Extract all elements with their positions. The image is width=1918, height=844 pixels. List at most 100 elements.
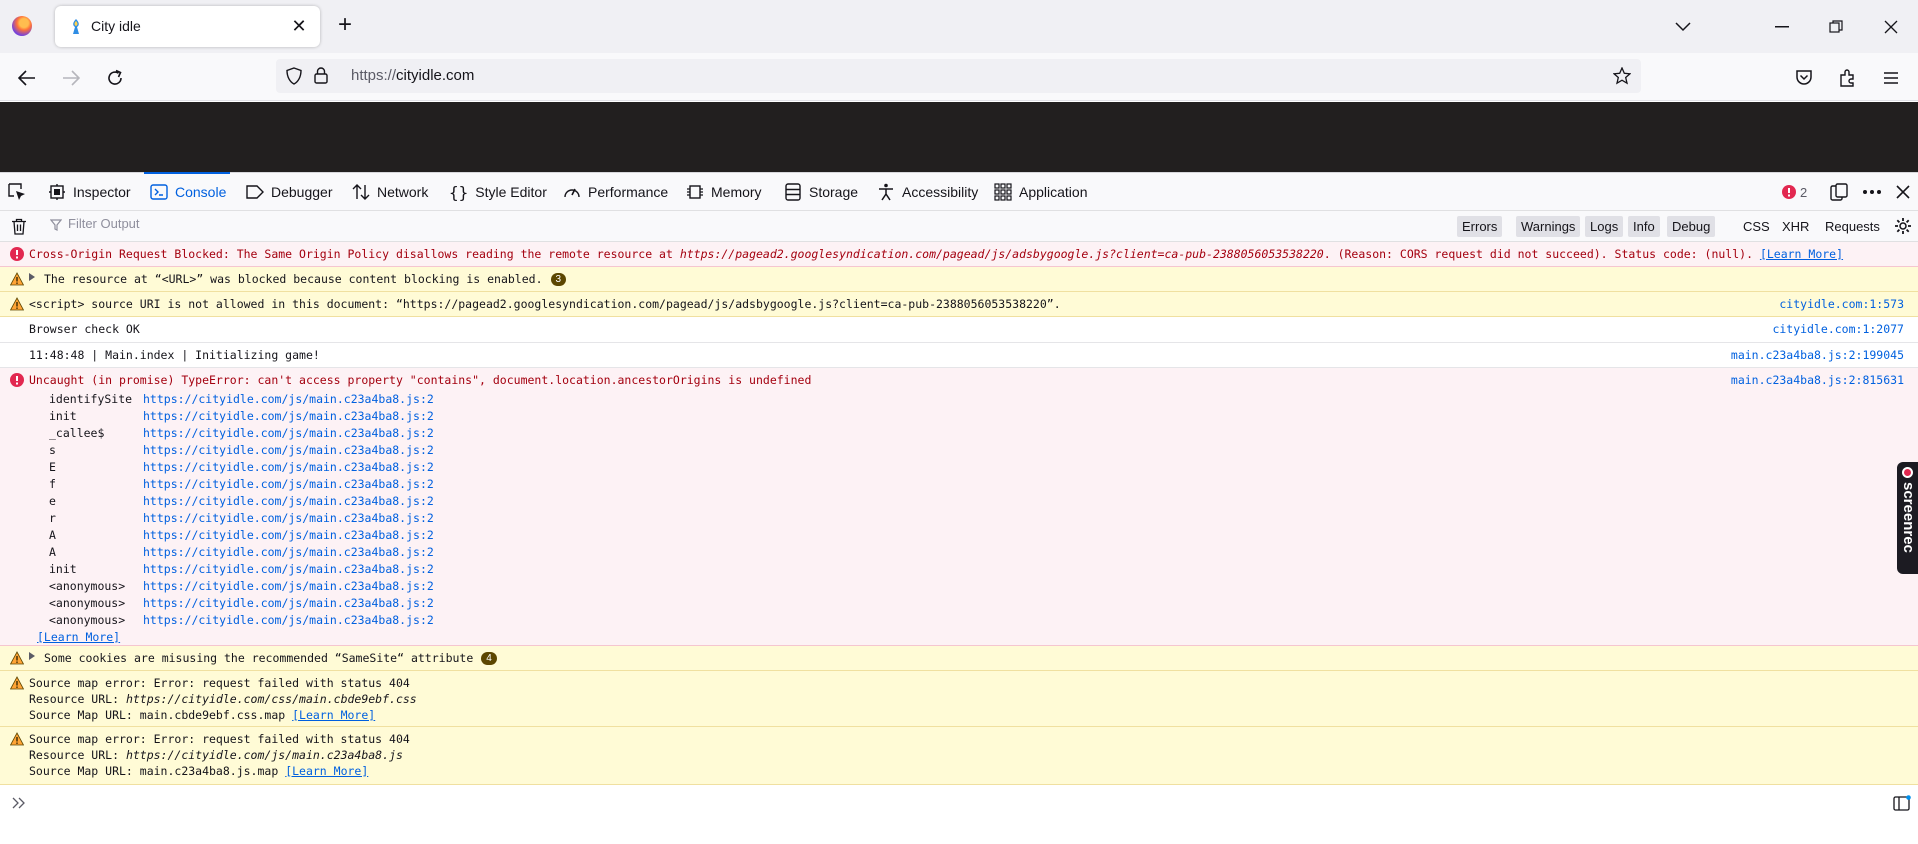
performance-icon xyxy=(564,188,580,198)
filter-errors-button[interactable]: Errors xyxy=(1457,216,1503,237)
stack-frame[interactable]: identifySite https://cityidle.com/js/main… xyxy=(49,392,434,409)
learn-more-link[interactable]: [Learn More] xyxy=(1760,247,1843,261)
stack-frame[interactable]: <anonymous> https://cityidle.com/js/main.… xyxy=(49,596,434,613)
stack-frame[interactable]: init https://cityidle.com/js/main.c23a4ba… xyxy=(49,562,434,579)
storage-icon xyxy=(785,183,801,201)
tab-city-idle[interactable]: City idle ✕ xyxy=(55,6,320,47)
filter-output-input[interactable]: Filter Output xyxy=(48,216,448,236)
filter-info-button[interactable]: Info xyxy=(1628,216,1660,237)
memory-icon xyxy=(687,185,703,199)
close-devtools-icon[interactable] xyxy=(1896,173,1910,211)
tab-console[interactable]: Console xyxy=(143,172,231,211)
stack-frame[interactable]: _callee$ https://cityidle.com/js/main.c23… xyxy=(49,426,434,443)
tab-storage[interactable]: Storage xyxy=(784,173,858,211)
learn-more-link[interactable]: [Learn More] xyxy=(285,764,368,778)
console-message-log[interactable]: 11:48:48 | Main.index | Initializing gam… xyxy=(0,343,1918,368)
lock-icon[interactable] xyxy=(314,67,328,84)
console-message-warning[interactable]: Source map error: Error: request failed … xyxy=(0,671,1918,727)
tab-performance[interactable]: Performance xyxy=(563,173,668,211)
warning-icon xyxy=(10,272,24,286)
stack-frame[interactable]: <anonymous> https://cityidle.com/js/main.… xyxy=(49,613,434,630)
expand-arrow-icon[interactable] xyxy=(29,273,35,281)
tab-memory[interactable]: Memory xyxy=(686,173,762,211)
filter-warnings-button[interactable]: Warnings xyxy=(1516,216,1581,237)
repeat-count-badge: 3 xyxy=(550,273,567,286)
close-tab-icon[interactable]: ✕ xyxy=(288,15,310,37)
element-picker-icon[interactable] xyxy=(8,173,26,211)
page-content[interactable] xyxy=(0,102,1918,172)
tab-inspector[interactable]: Inspector xyxy=(48,173,131,211)
navigation-toolbar: https://cityidle.com xyxy=(0,53,1918,101)
stack-frame[interactable]: Ahttps://cityidle.com/js/main.c23a4ba8.j… xyxy=(49,528,434,545)
stack-frame[interactable]: r https://cityidle.com/js/main.c23a4ba8.j… xyxy=(49,511,434,528)
filter-debug-button[interactable]: Debug xyxy=(1667,216,1716,237)
firefox-logo-icon[interactable] xyxy=(12,16,32,36)
filter-xhr-button[interactable]: XHR xyxy=(1782,216,1809,237)
new-tab-icon[interactable]: + xyxy=(332,13,358,39)
source-location-link[interactable]: cityidle.com:1:2077 xyxy=(1772,322,1904,336)
debugger-icon xyxy=(246,185,264,199)
console-message-error[interactable]: Uncaught (in promise) TypeError: can't a… xyxy=(0,368,1918,646)
expand-arrow-icon[interactable] xyxy=(29,652,35,660)
stack-frame[interactable]: init https://cityidle.com/js/main.c23a4ba… xyxy=(49,409,434,426)
warning-icon xyxy=(10,297,24,311)
source-location-link[interactable]: main.c23a4ba8.js:2:199045 xyxy=(1731,348,1904,362)
filter-css-button[interactable]: CSS xyxy=(1743,216,1770,237)
stack-frame[interactable]: <anonymous> https://cityidle.com/js/main.… xyxy=(49,579,434,596)
url-text[interactable]: https://cityidle.com xyxy=(351,67,474,84)
reload-button-icon[interactable] xyxy=(101,64,129,92)
forward-button-icon[interactable] xyxy=(57,64,85,92)
tab-network[interactable]: Network xyxy=(352,173,428,211)
stack-frame[interactable]: s https://cityidle.com/js/main.c23a4ba8.j… xyxy=(49,443,434,460)
trash-clear-icon[interactable] xyxy=(11,218,27,235)
extensions-icon[interactable] xyxy=(1833,64,1861,92)
application-grid-icon xyxy=(994,183,1012,201)
stack-frame[interactable]: Ahttps://cityidle.com/js/main.c23a4ba8.j… xyxy=(49,545,434,562)
console-settings-gear-icon[interactable] xyxy=(1894,217,1912,235)
screenrec-widget[interactable]: screenrec xyxy=(1897,462,1918,574)
learn-more-link[interactable]: [Learn More] xyxy=(292,708,375,722)
tracking-protection-shield-icon[interactable] xyxy=(286,67,302,85)
tab-application[interactable]: Application xyxy=(994,173,1088,211)
console-message-warning[interactable]: Source map error: Error: request failed … xyxy=(0,727,1918,785)
prompt-chevron-icon xyxy=(12,797,25,809)
console-message-warning[interactable]: <script> source URI is not allowed in th… xyxy=(0,292,1918,317)
restore-icon[interactable] xyxy=(1823,14,1849,40)
more-options-icon[interactable] xyxy=(1862,173,1882,211)
warning-icon xyxy=(10,732,24,746)
bottom-strip xyxy=(0,818,1918,844)
source-location-link[interactable]: main.c23a4ba8.js:2:815631 xyxy=(1731,373,1904,387)
tab-debugger[interactable]: Debugger xyxy=(246,173,333,211)
warning-icon xyxy=(10,676,24,690)
console-input[interactable] xyxy=(0,788,1918,818)
menu-hamburger-icon[interactable] xyxy=(1877,64,1905,92)
accessibility-icon xyxy=(879,183,893,201)
tab-accessibility[interactable]: Accessibility xyxy=(877,173,978,211)
console-message-log[interactable]: Browser check OK cityidle.com:1:2077 xyxy=(0,317,1918,343)
city-idle-favicon-icon xyxy=(73,19,79,34)
minimize-icon[interactable] xyxy=(1769,14,1795,40)
error-count-badge[interactable]: 2 xyxy=(1782,173,1807,211)
devtools-toolbar: Inspector Console Debugger Network {} St… xyxy=(0,172,1918,211)
console-message-warning[interactable]: The resource at “<URL>” was blocked beca… xyxy=(0,267,1918,292)
back-button-icon[interactable] xyxy=(13,64,41,92)
console-message-error[interactable]: Cross-Origin Request Blocked: The Same O… xyxy=(0,242,1918,267)
list-all-tabs-icon[interactable] xyxy=(1670,14,1696,40)
console-message-warning[interactable]: Some cookies are misusing the recommende… xyxy=(0,646,1918,671)
close-window-icon[interactable] xyxy=(1878,14,1904,40)
pocket-icon[interactable] xyxy=(1790,64,1818,92)
stack-frame[interactable]: Ehttps://cityidle.com/js/main.c23a4ba8.j… xyxy=(49,460,434,477)
tab-style-editor[interactable]: {} Style Editor xyxy=(449,173,547,211)
stack-frame[interactable]: f https://cityidle.com/js/main.c23a4ba8.j… xyxy=(49,477,434,494)
record-dot-icon xyxy=(1902,467,1913,478)
address-bar[interactable]: https://cityidle.com xyxy=(276,59,1641,93)
learn-more-link[interactable]: [Learn More] xyxy=(37,630,120,644)
tab-strip: City idle ✕ + xyxy=(0,0,1918,53)
source-location-link[interactable]: cityidle.com:1:573 xyxy=(1779,297,1904,311)
filter-requests-button[interactable]: Requests xyxy=(1825,216,1880,237)
filter-logs-button[interactable]: Logs xyxy=(1585,216,1624,237)
stack-frame[interactable]: e https://cityidle.com/js/main.c23a4ba8.j… xyxy=(49,494,434,511)
bookmark-star-icon[interactable] xyxy=(1613,67,1631,85)
editor-mode-toggle-icon[interactable] xyxy=(1893,795,1911,811)
dock-options-icon[interactable] xyxy=(1830,173,1848,211)
